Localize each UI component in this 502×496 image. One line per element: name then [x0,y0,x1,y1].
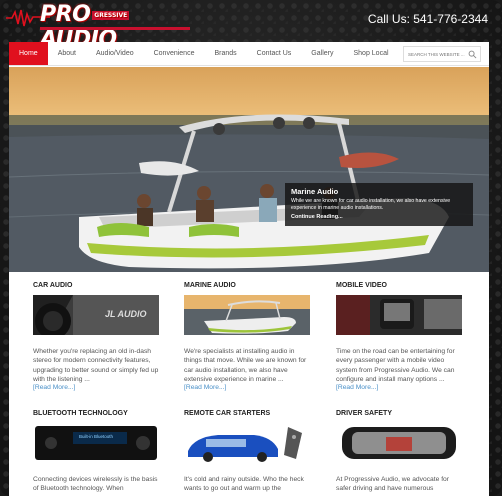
nav-item-shop-local[interactable]: Shop Local [343,42,398,65]
logo-mid: GRESSIVE [92,10,130,20]
service-bluetooth: BLUETOOTH TECHNOLOGY Built-in Bluetooth … [33,410,159,494]
service-marine-audio: MARINE AUDIO We're specialists at instal… [184,282,310,391]
service-title[interactable]: DRIVER SAFETY [336,410,462,417]
nav-item-gallery[interactable]: Gallery [301,42,343,65]
logo-pro: PRO [40,2,91,27]
service-title[interactable]: BLUETOOTH TECHNOLOGY [33,410,159,417]
car-audio-image[interactable]: JL AUDIO [33,295,159,335]
service-text: Connecting devices wirelessly is the bas… [33,476,158,493]
nav-item-about[interactable]: About [48,42,86,65]
service-title[interactable]: MOBILE VIDEO [336,282,462,289]
boat-photo [9,114,489,272]
boat-thumbnail [184,295,310,335]
service-remote-starters: REMOTE CAR STARTERS It's cold and rainy … [184,410,310,494]
service-driver-safety: DRIVER SAFETY At Progressive Audio, we a… [336,410,462,494]
read-more-link[interactable]: [Read More...] [336,384,462,391]
site-header: PRO GRESSIVEAUDIO Call Us: 541-776-2344 [0,0,502,52]
nav-item-convenience[interactable]: Convenience [144,42,205,65]
page-content: Home About Audio/Video Convenience Brand… [9,42,489,496]
remote-starter-image[interactable] [184,423,310,463]
hero-text: While we are known for car audio install… [291,198,451,211]
search-icon[interactable] [468,50,477,59]
logo-underline [40,27,190,30]
logo[interactable]: PRO GRESSIVEAUDIO [6,2,196,52]
service-car-audio: CAR AUDIO JL AUDIO Whether you're replac… [33,282,159,391]
browser-frame: PRO GRESSIVEAUDIO Call Us: 541-776-2344 H… [0,0,502,496]
hero-caption: Marine Audio While we are known for car … [285,183,473,226]
hero-title: Marine Audio [291,187,339,196]
service-text: We're specialists at installing audio in… [184,348,307,383]
stereo-label: Built-in Bluetooth [79,434,114,439]
marine-audio-image[interactable] [184,295,310,335]
service-text: Whether you're replacing an old in-dash … [33,348,159,383]
stereo-unit-graphic [33,423,159,463]
phone-number[interactable]: Call Us: 541-776-2344 [368,12,488,26]
nav-item-brands[interactable]: Brands [204,42,246,65]
read-more-link[interactable]: [Read More...] [184,384,310,391]
service-text: At Progressive Audio, we advocate for sa… [336,476,450,493]
service-title[interactable]: MARINE AUDIO [184,282,310,289]
mirror-camera-graphic [336,423,462,463]
bluetooth-image[interactable]: Built-in Bluetooth [33,423,159,463]
headrest-screen-graphic [336,295,462,335]
search-input[interactable] [408,51,470,57]
hero-continue-link[interactable]: Continue Reading... [291,214,467,220]
service-title[interactable]: CAR AUDIO [33,282,159,289]
service-text: It's cold and rainy outside. Who the hec… [184,476,304,493]
read-more-link[interactable]: [Read More...] [33,384,159,391]
service-title[interactable]: REMOTE CAR STARTERS [184,410,310,417]
service-text: Time on the road can be entertaining for… [336,348,455,383]
nav-item-home[interactable]: Home [9,42,48,65]
driver-safety-image[interactable] [336,423,462,463]
hero-banner: Marine Audio While we are known for car … [9,67,489,272]
mobile-video-image[interactable] [336,295,462,335]
main-nav: Home About Audio/Video Convenience Brand… [9,42,489,66]
search-box[interactable] [403,46,481,62]
jl-audio-label: JL AUDIO [105,309,147,319]
nav-item-contact-us[interactable]: Contact Us [247,42,302,65]
car-and-remote-graphic [184,423,310,463]
nav-item-audio-video[interactable]: Audio/Video [86,42,144,65]
service-mobile-video: MOBILE VIDEO Time on the road can be ent… [336,282,462,391]
